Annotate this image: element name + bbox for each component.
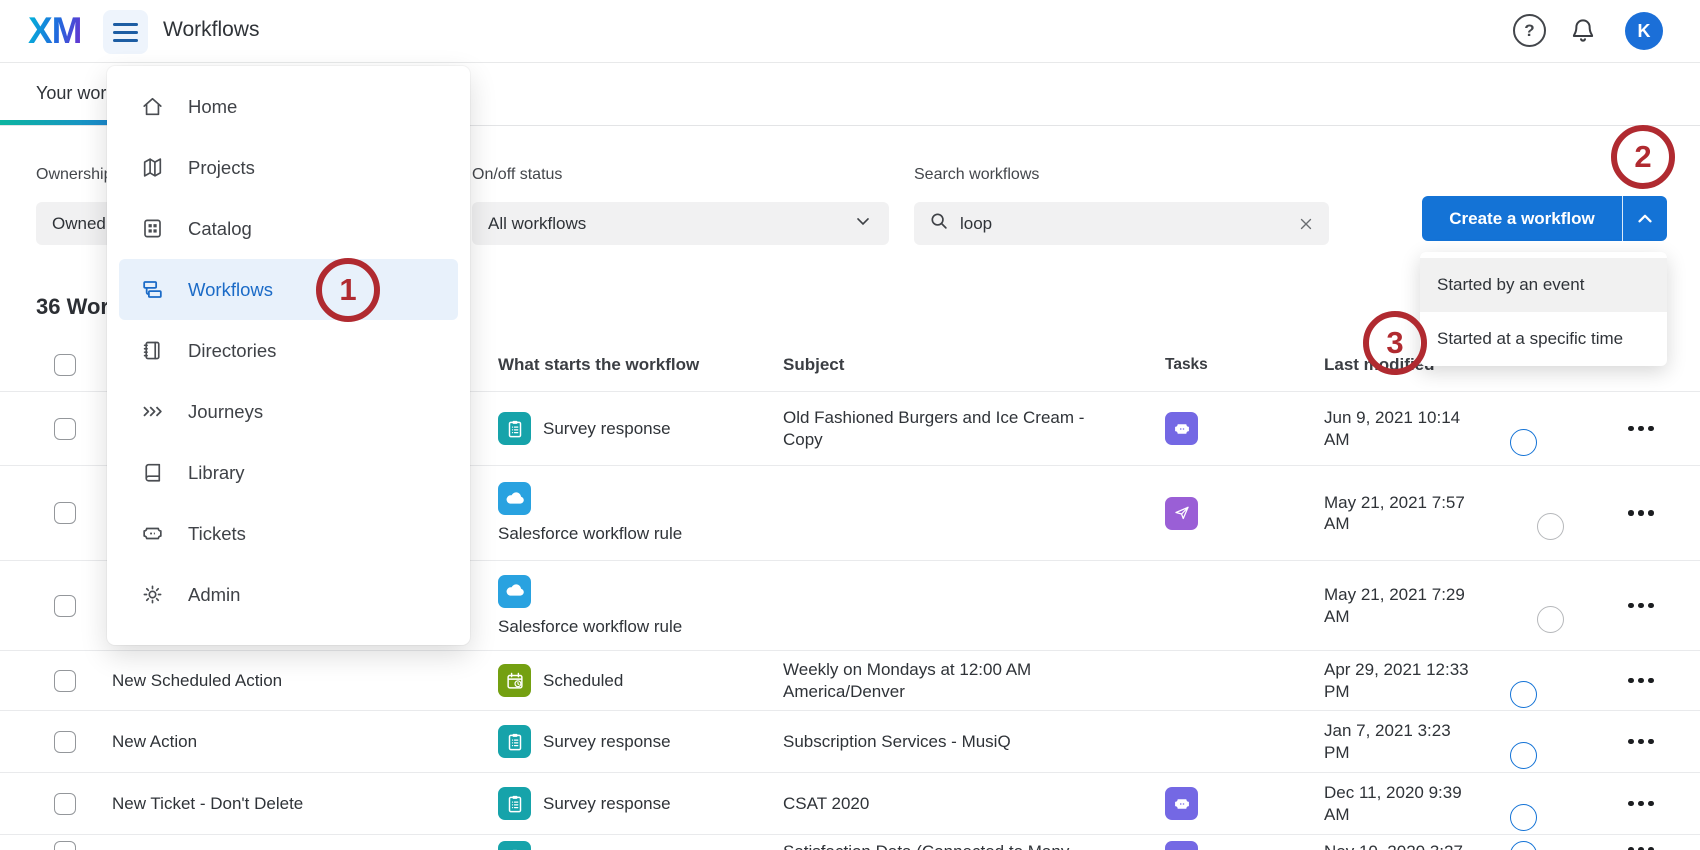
journeys-icon <box>139 399 165 425</box>
send-task-icon <box>1165 497 1198 530</box>
create-workflow-split-button: Create a workflow <box>1422 196 1667 241</box>
ticket-task-icon <box>1165 841 1198 850</box>
status-select[interactable]: All workflows <box>472 202 889 245</box>
table-row: New Action Survey response Subscription … <box>0 711 1700 773</box>
tasks-column-header: Tasks <box>1165 356 1324 374</box>
nav-item-workflows[interactable]: Workflows <box>119 259 458 320</box>
row-actions-button[interactable] <box>1626 420 1656 438</box>
ownership-label: Ownership <box>36 166 112 184</box>
row-checkbox[interactable] <box>54 595 76 617</box>
row-actions-button[interactable] <box>1626 504 1656 522</box>
row-actions-button[interactable] <box>1626 672 1656 690</box>
xm-logo: XM <box>28 10 82 52</box>
notifications-bell-icon[interactable] <box>1568 15 1598 47</box>
row-actions-button[interactable] <box>1626 841 1656 850</box>
salesforce-icon <box>498 482 531 515</box>
clear-search-icon[interactable] <box>1297 215 1315 233</box>
row-checkbox[interactable] <box>54 670 76 692</box>
workflow-name[interactable]: New Ticket - Don't Delete <box>112 794 498 814</box>
status-label: On/off status <box>472 166 562 184</box>
row-checkbox[interactable] <box>54 502 76 524</box>
global-nav-menu: Home Projects Catalog Workflows Director… <box>107 66 470 645</box>
nav-item-home[interactable]: Home <box>119 76 458 137</box>
select-all-checkbox[interactable] <box>54 354 76 376</box>
survey-response-icon <box>498 841 531 850</box>
menu-item-started-specific-time[interactable]: Started at a specific time <box>1420 312 1667 366</box>
subject-column-header: Subject <box>783 354 1165 375</box>
tickets-icon <box>139 521 165 547</box>
salesforce-icon <box>498 575 531 608</box>
create-workflow-dropdown-button[interactable] <box>1623 196 1667 241</box>
nav-item-tickets[interactable]: Tickets <box>119 503 458 564</box>
hamburger-menu-button[interactable] <box>103 10 148 54</box>
scheduled-icon <box>498 664 531 697</box>
projects-icon <box>139 155 165 181</box>
table-row: New Ticket - Don't Delete Survey respons… <box>0 773 1700 835</box>
nav-item-admin[interactable]: Admin <box>119 564 458 625</box>
row-actions-button[interactable] <box>1626 795 1656 813</box>
nav-item-catalog[interactable]: Catalog <box>119 198 458 259</box>
user-avatar[interactable]: K <box>1625 12 1663 50</box>
chevron-down-icon <box>853 211 873 236</box>
row-checkbox[interactable] <box>54 731 76 753</box>
row-checkbox[interactable] <box>54 418 76 440</box>
annotation-circle-3: 3 <box>1363 311 1427 375</box>
help-icon[interactable]: ? <box>1513 14 1546 47</box>
nav-item-library[interactable]: Library <box>119 442 458 503</box>
row-checkbox[interactable] <box>54 793 76 815</box>
chevron-up-icon <box>1634 208 1656 230</box>
workflows-page: XM Workflows ? K Your workflows Ownershi… <box>0 0 1700 850</box>
row-checkbox[interactable] <box>54 841 76 850</box>
catalog-icon <box>139 216 165 242</box>
last-modified-cell: Jun 9, 2021 10:14 AM <box>1324 407 1474 450</box>
nav-item-directories[interactable]: Directories <box>119 320 458 381</box>
survey-response-icon <box>498 412 531 445</box>
page-title: Workflows <box>163 18 259 42</box>
menu-item-started-by-event[interactable]: Started by an event <box>1420 258 1667 312</box>
survey-response-icon <box>498 787 531 820</box>
search-icon <box>928 210 950 237</box>
admin-gear-icon <box>139 582 165 608</box>
search-label: Search workflows <box>914 166 1039 184</box>
annotation-circle-2: 2 <box>1611 125 1675 189</box>
nav-item-projects[interactable]: Projects <box>119 137 458 198</box>
annotation-circle-1: 1 <box>316 258 380 322</box>
table-row: New Scheduled Action Scheduled Weekly on… <box>0 651 1700 711</box>
ticket-task-icon <box>1165 787 1198 820</box>
ticket-task-icon <box>1165 412 1198 445</box>
nav-item-journeys[interactable]: Journeys <box>119 381 458 442</box>
library-icon <box>139 460 165 486</box>
top-bar: XM Workflows ? K <box>0 0 1700 63</box>
survey-response-icon <box>498 725 531 758</box>
row-actions-button[interactable] <box>1626 733 1656 751</box>
trigger-column-header: What starts the workflow <box>498 355 783 375</box>
workflows-icon <box>139 277 165 303</box>
workflow-name[interactable]: New Scheduled Action <box>112 671 498 691</box>
subject-cell: Old Fashioned Burgers and Ice Cream - Co… <box>783 407 1118 450</box>
search-input[interactable] <box>960 214 1287 234</box>
workflow-name[interactable]: New Action <box>112 732 498 752</box>
row-actions-button[interactable] <box>1626 597 1656 615</box>
home-icon <box>139 94 165 120</box>
create-workflow-button[interactable]: Create a workflow <box>1422 196 1623 241</box>
table-row: Survey response Satisfaction Data (Conne… <box>0 835 1700 850</box>
create-workflow-menu: Started by an event Started at a specifi… <box>1420 252 1667 366</box>
directories-icon <box>139 338 165 364</box>
search-workflows-box <box>914 202 1329 245</box>
